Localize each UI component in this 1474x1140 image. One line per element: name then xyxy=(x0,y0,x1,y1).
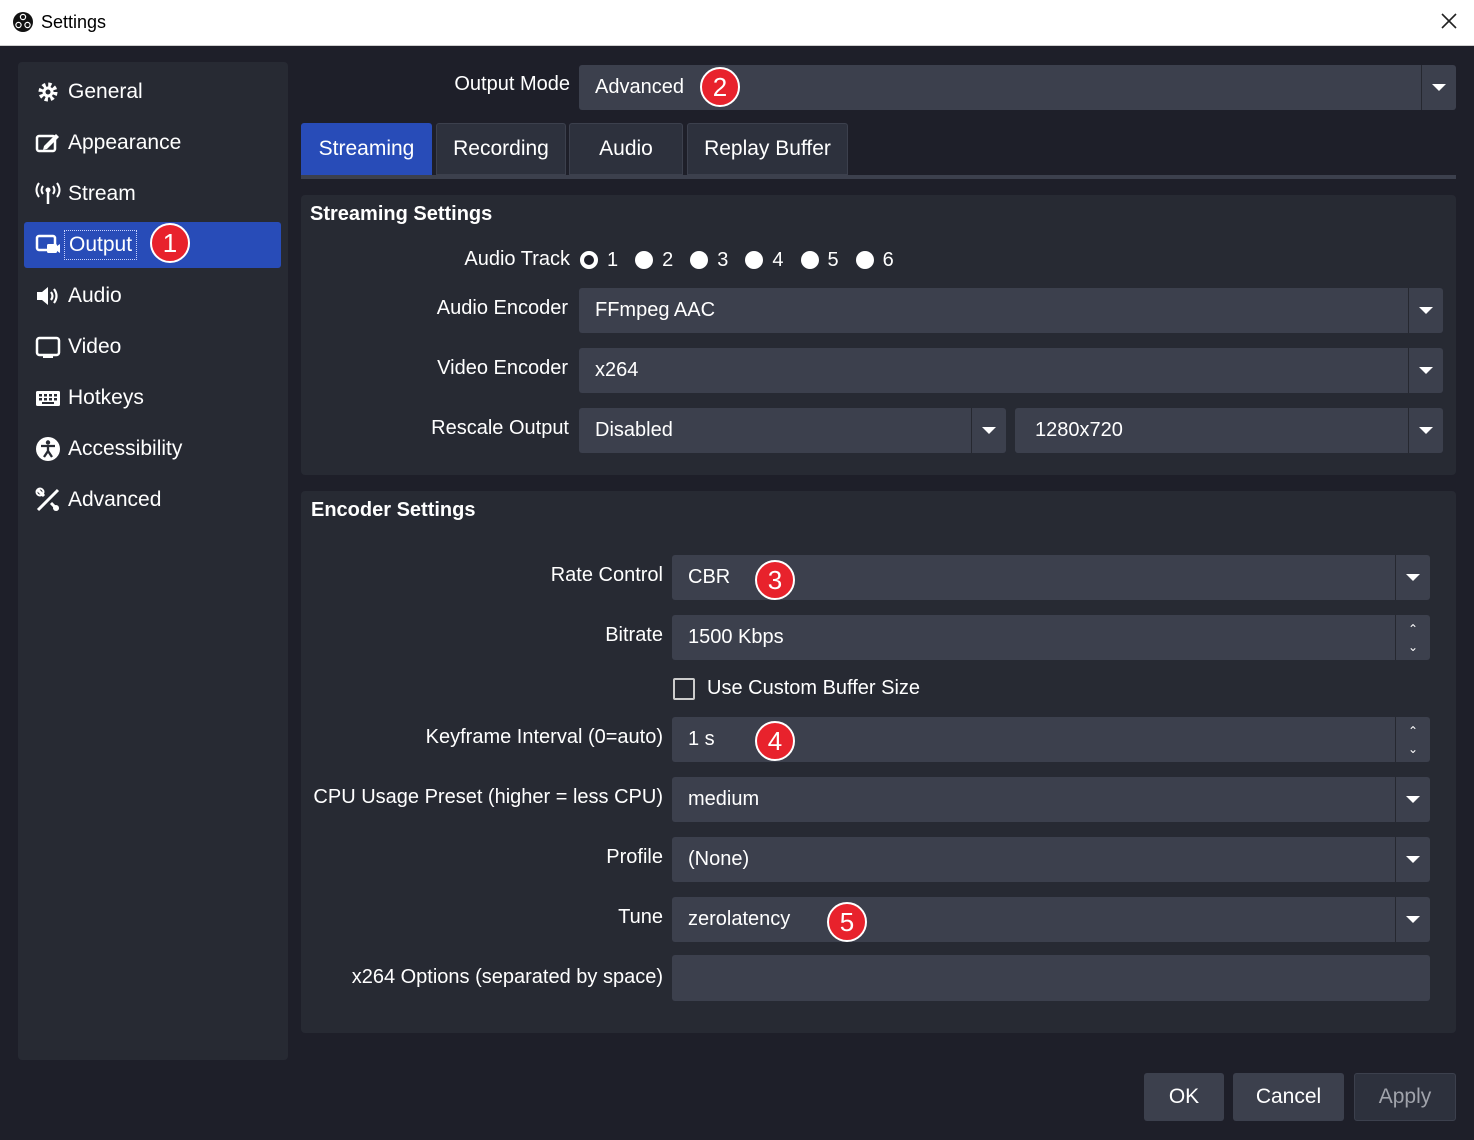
profile-label: Profile xyxy=(606,846,663,868)
window-title: Settings xyxy=(41,12,107,32)
chevron-down-icon xyxy=(1408,408,1443,453)
output-mode-label: Output Mode xyxy=(454,73,570,95)
tab-replay-buffer[interactable]: Replay Buffer xyxy=(687,123,848,175)
sidebar-item-label: Stream xyxy=(68,182,136,205)
video-encoder-value: x264 xyxy=(595,359,639,381)
tab-bar-divider xyxy=(301,175,1456,179)
cpu-preset-label: CPU Usage Preset (higher = less CPU) xyxy=(313,786,663,808)
chevron-down-icon[interactable]: ⌄ xyxy=(1408,740,1418,758)
rescale-resolution-value: 1280x720 xyxy=(1035,419,1123,441)
accessibility-icon xyxy=(34,435,62,463)
audio-encoder-label: Audio Encoder xyxy=(436,297,568,319)
tune-dropdown[interactable]: zerolatency xyxy=(672,897,1430,942)
sidebar-item-label: Audio xyxy=(68,284,122,307)
sidebar-item-accessibility[interactable]: Accessibility xyxy=(24,426,281,472)
video-encoder-label: Video Encoder xyxy=(437,357,568,379)
chevron-up-icon[interactable]: ⌃ xyxy=(1408,722,1418,740)
annotation-badge-2: 2 xyxy=(700,67,740,107)
chevron-down-icon xyxy=(1395,555,1430,600)
chevron-down-icon xyxy=(1421,65,1456,110)
audio-track-radio-6[interactable]: 6 xyxy=(855,249,894,272)
video-encoder-dropdown[interactable]: x264 xyxy=(579,348,1443,393)
encoder-settings-title: Encoder Settings xyxy=(311,499,476,521)
keyframe-interval-label: Keyframe Interval (0=auto) xyxy=(425,726,663,748)
audio-track-radio-3[interactable]: 3 xyxy=(690,249,728,272)
tab-audio[interactable]: Audio xyxy=(569,123,683,175)
custom-buffer-checkbox[interactable]: Use Custom Buffer Size xyxy=(673,677,920,700)
sidebar-item-video[interactable]: Video xyxy=(24,324,281,370)
chevron-up-icon[interactable]: ⌃ xyxy=(1408,620,1418,638)
sidebar-item-label: Appearance xyxy=(68,131,182,154)
audio-track-radio-2[interactable]: 2 xyxy=(635,249,673,272)
tab-streaming[interactable]: Streaming xyxy=(301,123,432,175)
settings-sidebar: General Appearance Stream Output Audio V… xyxy=(18,62,288,1060)
output-icon xyxy=(34,231,62,259)
rescale-output-dropdown[interactable]: Disabled xyxy=(579,408,1006,453)
obs-logo-icon xyxy=(13,12,33,32)
sidebar-item-audio[interactable]: Audio xyxy=(24,273,281,319)
title-bar: Settings xyxy=(0,0,1474,46)
cancel-button[interactable]: Cancel xyxy=(1233,1073,1344,1121)
audio-track-radio-5[interactable]: 5 xyxy=(800,249,839,272)
sidebar-item-label: General xyxy=(68,80,143,103)
tools-icon xyxy=(34,486,62,514)
antenna-icon xyxy=(34,180,62,208)
chevron-down-icon xyxy=(971,408,1006,453)
audio-track-radio-1[interactable]: 1 xyxy=(580,249,618,272)
bitrate-spinbox[interactable]: 1500 Kbps ⌃ ⌄ xyxy=(672,615,1430,660)
sidebar-item-label: Accessibility xyxy=(68,437,183,460)
streaming-settings-title: Streaming Settings xyxy=(310,203,493,225)
sidebar-item-label: Output xyxy=(64,230,138,260)
tab-recording[interactable]: Recording xyxy=(436,123,566,175)
chevron-down-icon[interactable]: ⌄ xyxy=(1408,638,1418,656)
checkbox-box[interactable] xyxy=(673,677,695,700)
rescale-output-value: Disabled xyxy=(595,419,673,441)
tune-label: Tune xyxy=(618,906,663,928)
cpu-preset-dropdown[interactable]: medium xyxy=(672,777,1430,822)
annotation-badge-5: 5 xyxy=(827,902,867,942)
sidebar-item-advanced[interactable]: Advanced xyxy=(24,477,281,523)
rescale-output-label: Rescale Output xyxy=(431,417,569,439)
rescale-resolution-dropdown[interactable]: 1280x720 xyxy=(1015,408,1443,453)
x264-options-label: x264 Options (separated by space) xyxy=(351,966,663,988)
ok-button[interactable]: OK xyxy=(1144,1073,1224,1121)
appearance-icon xyxy=(34,129,62,157)
sidebar-item-label: Advanced xyxy=(68,488,162,511)
chevron-down-icon xyxy=(1395,837,1430,882)
sidebar-item-label: Video xyxy=(68,335,122,358)
custom-buffer-label: Use Custom Buffer Size xyxy=(707,677,921,699)
sidebar-item-label: Hotkeys xyxy=(68,386,144,409)
audio-track-radio-4[interactable]: 4 xyxy=(745,249,784,272)
gear-icon xyxy=(34,78,62,106)
close-icon[interactable] xyxy=(1438,10,1460,32)
audio-encoder-value: FFmpeg AAC xyxy=(595,299,716,321)
chevron-down-icon xyxy=(1408,288,1443,333)
sidebar-item-stream[interactable]: Stream xyxy=(24,171,281,217)
x264-options-input[interactable] xyxy=(672,955,1430,1001)
monitor-icon xyxy=(34,333,62,361)
bitrate-value: 1500 Kbps xyxy=(688,626,784,648)
cpu-preset-value: medium xyxy=(688,788,760,810)
speaker-icon xyxy=(34,282,62,310)
chevron-down-icon xyxy=(1408,348,1443,393)
audio-encoder-dropdown[interactable]: FFmpeg AAC xyxy=(579,288,1443,333)
keyboard-icon xyxy=(34,384,62,412)
annotation-badge-4: 4 xyxy=(755,721,795,761)
annotation-badge-1: 1 xyxy=(150,223,190,263)
audio-track-radio-group: 1 2 3 4 5 6 xyxy=(580,246,911,274)
profile-dropdown[interactable]: (None) xyxy=(672,837,1430,882)
profile-value: (None) xyxy=(688,848,750,870)
sidebar-item-general[interactable]: General xyxy=(24,69,281,115)
rate-control-label: Rate Control xyxy=(550,564,663,586)
sidebar-item-appearance[interactable]: Appearance xyxy=(24,120,281,166)
chevron-down-icon xyxy=(1395,897,1430,942)
annotation-badge-3: 3 xyxy=(755,560,795,600)
apply-button[interactable]: Apply xyxy=(1354,1073,1456,1121)
chevron-down-icon xyxy=(1395,777,1430,822)
tune-value: zerolatency xyxy=(688,908,791,930)
audio-track-label: Audio Track xyxy=(464,248,570,270)
bitrate-label: Bitrate xyxy=(605,624,663,646)
sidebar-item-hotkeys[interactable]: Hotkeys xyxy=(24,375,281,421)
